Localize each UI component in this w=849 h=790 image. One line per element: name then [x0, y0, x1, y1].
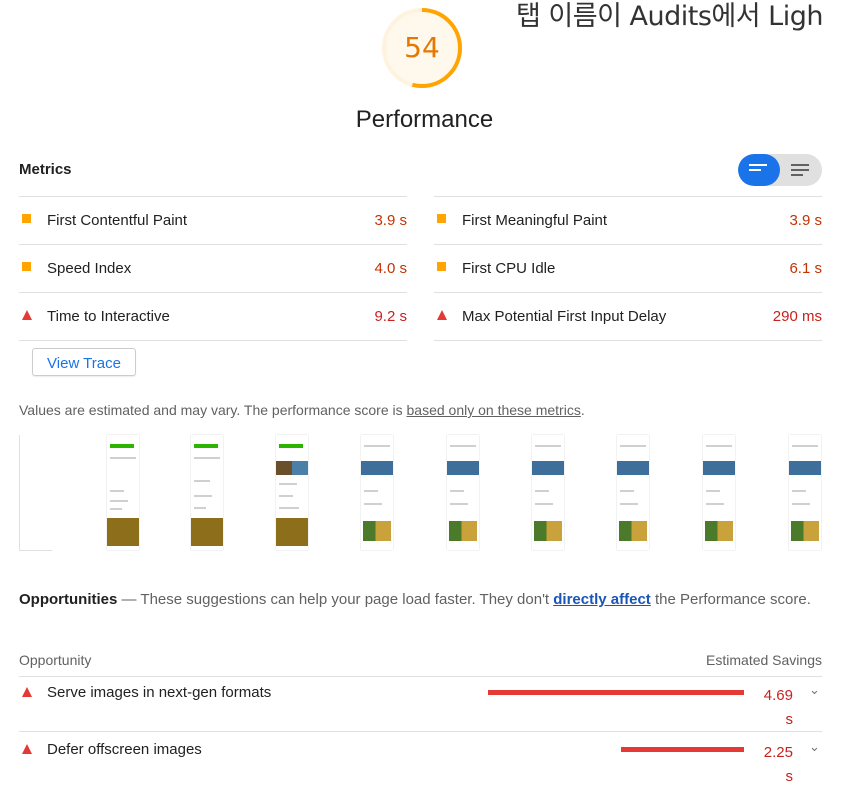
metric-value: 3.9 s: [789, 212, 822, 229]
chevron-down-icon[interactable]: ⌄: [809, 682, 820, 698]
disclaimer-period: .: [580, 402, 585, 418]
filmstrip-frame: [703, 435, 735, 550]
metric-label: First Meaningful Paint: [462, 212, 608, 229]
metrics-view-toggle[interactable]: [738, 154, 822, 186]
metrics-heading: Metrics: [19, 161, 72, 178]
filmstrip-frame: [107, 435, 139, 550]
performance-score-gauge: 54: [380, 6, 464, 90]
metric-value: 4.0 s: [374, 260, 407, 277]
opportunity-row[interactable]: Serve images in next-gen formats 4.69 s ⌄: [19, 677, 822, 733]
metric-label: Max Potential First Input Delay: [462, 308, 667, 325]
directly-affect-link[interactable]: directly affect: [553, 591, 651, 608]
metric-value: 3.9 s: [374, 212, 407, 229]
view-trace-button[interactable]: View Trace: [32, 348, 136, 376]
average-square-icon: [22, 262, 31, 271]
filmstrip-frame: [19, 435, 52, 551]
list-compact-icon[interactable]: [780, 154, 822, 186]
filmstrip-frame: [789, 435, 821, 550]
opportunities-heading: Opportunities: [19, 591, 118, 608]
disclaimer-text: Values are estimated and may vary. The p…: [19, 402, 407, 418]
score-value: 54: [404, 31, 440, 64]
savings-value: 4.69 s: [763, 687, 793, 728]
filmstrip-frame: [617, 435, 649, 550]
opportunity-row[interactable]: Defer offscreen images 2.25 s ⌄: [19, 734, 822, 790]
filmstrip-frame: [191, 435, 223, 550]
average-square-icon: [437, 214, 446, 223]
opportunity-label: Serve images in next-gen formats: [47, 684, 272, 701]
metric-value: 6.1 s: [789, 260, 822, 277]
metric-value: 290 ms: [772, 308, 822, 325]
savings-value: 2.25 s: [763, 744, 793, 785]
filmstrip-frame: [361, 435, 393, 550]
fail-triangle-icon: [22, 310, 32, 320]
opportunities-description: Opportunities — These suggestions can he…: [19, 588, 819, 611]
savings-bar: [621, 747, 744, 752]
metric-label: Speed Index: [47, 260, 132, 277]
chevron-down-icon[interactable]: ⌄: [809, 739, 820, 755]
opportunity-column-header: Opportunity: [19, 652, 92, 668]
metric-row: Time to Interactive 9.2 s: [19, 292, 407, 340]
filmstrip: [19, 435, 823, 551]
fail-triangle-icon: [437, 310, 447, 320]
list-expanded-icon[interactable]: [738, 154, 780, 186]
fail-triangle-icon: [22, 687, 32, 697]
filmstrip-frame: [447, 435, 479, 550]
metric-value: 9.2 s: [374, 308, 407, 325]
opportunity-label: Defer offscreen images: [47, 741, 202, 758]
metrics-link[interactable]: based only on these metrics: [407, 402, 581, 418]
filmstrip-frame: [532, 435, 564, 550]
average-square-icon: [437, 262, 446, 271]
fail-triangle-icon: [22, 744, 32, 754]
caption-overlay: 탭 이름이 Audits에서 Ligh: [516, 1, 823, 32]
metric-row: First Contentful Paint 3.9 s: [19, 196, 407, 244]
metric-row: First Meaningful Paint 3.9 s: [434, 196, 822, 244]
dash: —: [117, 591, 141, 608]
opp-desc-a: These suggestions can help your page loa…: [140, 591, 554, 608]
metric-row: Max Potential First Input Delay 290 ms: [434, 292, 822, 340]
metrics-column-left: First Contentful Paint 3.9 s Speed Index…: [19, 196, 407, 341]
metric-label: Time to Interactive: [47, 308, 170, 325]
metric-label: First CPU Idle: [462, 260, 556, 277]
metrics-disclaimer: Values are estimated and may vary. The p…: [19, 402, 585, 418]
average-square-icon: [22, 214, 31, 223]
filmstrip-frame: [276, 435, 308, 550]
category-title: Performance: [355, 106, 494, 133]
metric-row: First CPU Idle 6.1 s: [434, 244, 822, 292]
opp-desc-b: the Performance score.: [650, 591, 811, 608]
metrics-column-right: First Meaningful Paint 3.9 s First CPU I…: [434, 196, 822, 341]
metric-label: First Contentful Paint: [47, 212, 188, 229]
savings-bar: [488, 690, 744, 695]
metric-row: Speed Index 4.0 s: [19, 244, 407, 292]
savings-column-header: Estimated Savings: [706, 652, 822, 668]
